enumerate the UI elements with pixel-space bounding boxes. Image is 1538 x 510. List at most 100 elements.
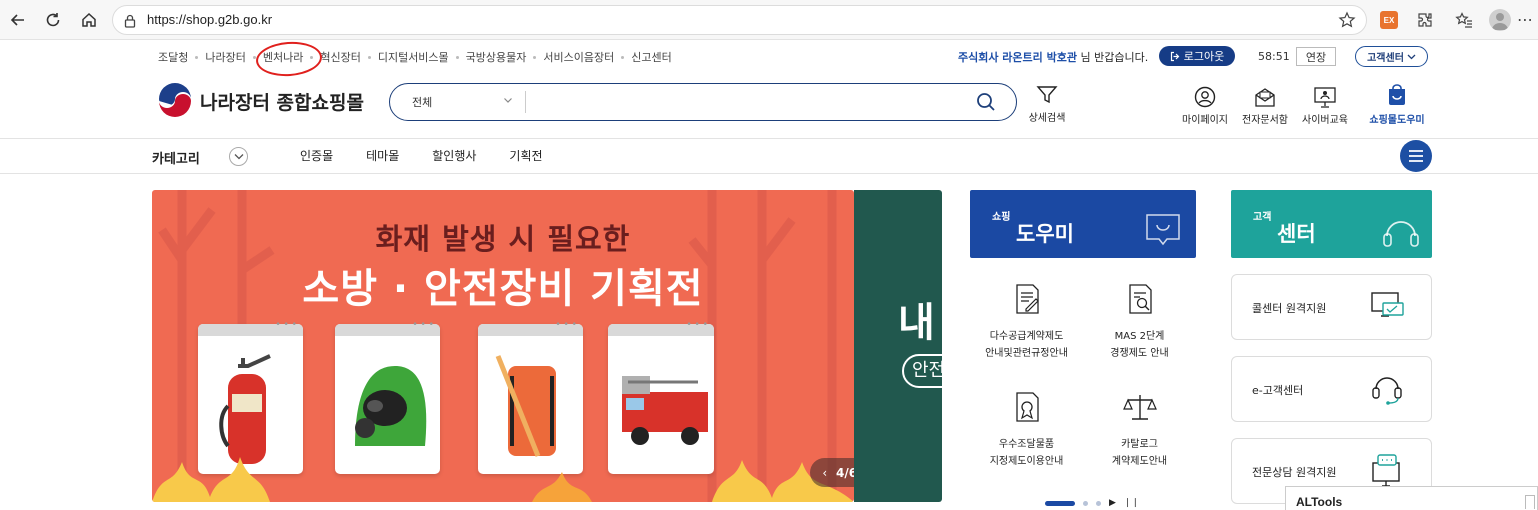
reload-icon[interactable] — [41, 8, 65, 32]
search-input[interactable] — [535, 90, 955, 114]
search-bar: 전체 — [389, 83, 1017, 121]
logo-text: 나라장터 종합쇼핑몰 — [200, 91, 364, 114]
extension-badge[interactable]: EX — [1380, 11, 1398, 29]
greeting-text: 님 반갑습니다. — [1080, 51, 1149, 64]
helper-big-label: 도우미 — [1016, 222, 1074, 246]
back-icon[interactable] — [6, 8, 30, 32]
menu-mypage-label: 마이페이지 — [1182, 115, 1228, 126]
cc-item-label: e-고객센터 — [1252, 384, 1304, 397]
menu-cyber-edu-label: 사이버교육 — [1302, 115, 1348, 126]
tab-exhibition[interactable]: 기획전 — [509, 147, 542, 164]
logout-icon — [1170, 51, 1180, 61]
banner-title: 소방 · 안전장비 기획전 — [302, 266, 704, 312]
cc-big-label: 센터 — [1277, 222, 1316, 246]
pager-dot-active[interactable] — [1045, 500, 1075, 506]
util-link-defense[interactable]: 국방상용물자 — [466, 49, 527, 65]
divider — [0, 173, 1538, 174]
cc-callcenter-remote[interactable]: 콜센터 원격지원 — [1231, 274, 1432, 340]
pager-dot[interactable] — [1083, 500, 1088, 506]
helper-small-label: 쇼핑 — [992, 212, 1011, 223]
logout-button[interactable]: 로그아웃 — [1159, 46, 1235, 66]
helper-item-excellent[interactable]: 우수조달물품 지정제도이용안내 — [970, 390, 1083, 470]
altools-close-icon[interactable] — [1525, 495, 1535, 509]
logout-label: 로그아웃 — [1183, 50, 1225, 63]
menu-shopping-helper-label: 쇼핑몰도우미 — [1369, 115, 1425, 126]
helper-item-line1: MAS 2단계 — [1114, 331, 1165, 342]
util-link-innovation[interactable]: 혁신장터 — [320, 49, 360, 65]
document-pen-icon — [1015, 284, 1039, 314]
helper-item-line1: 우수조달물품 — [998, 439, 1055, 450]
play-icon[interactable]: ▶ — [1109, 498, 1116, 508]
favorites-list-icon[interactable] — [1453, 9, 1475, 31]
favorite-star-icon[interactable] — [1338, 11, 1356, 33]
taegeuk-logo-icon — [158, 83, 192, 118]
profile-avatar[interactable] — [1489, 9, 1511, 31]
pause-icon[interactable]: ❘❘ — [1124, 498, 1139, 508]
customer-center-header[interactable]: 고객 센터 — [1231, 190, 1432, 258]
altools-popup[interactable]: ALTools — [1285, 486, 1538, 510]
menu-cyber-edu[interactable]: 사이버교육 — [1299, 84, 1351, 126]
tab-theme-mall[interactable]: 테마몰 — [366, 147, 399, 164]
shopping-bag-icon — [1389, 84, 1405, 105]
user-icon — [1194, 86, 1216, 108]
helper-pager: ▶ ❘❘ — [1045, 498, 1139, 508]
shopping-helper-header[interactable]: 쇼핑 도우미 — [970, 190, 1196, 258]
company-name: 주식회사 라온트리 박호관 — [958, 51, 1077, 64]
chevron-down-icon — [1407, 54, 1416, 59]
address-bar[interactable]: https://shop.g2b.go.kr — [112, 5, 1367, 35]
home-icon[interactable] — [77, 8, 101, 32]
extensions-puzzle-icon[interactable] — [1414, 9, 1436, 31]
util-link-report[interactable]: 신고센터 — [631, 49, 671, 65]
menu-edocs[interactable]: 전자문서함 — [1239, 84, 1291, 126]
helper-item-line1: 카탈로그 — [1121, 439, 1158, 450]
customer-center-label: 고객센터 — [1367, 53, 1404, 64]
cc-item-label: 전문상담 원격지원 — [1252, 466, 1337, 479]
hamburger-icon — [1409, 150, 1423, 162]
next-banner-peek[interactable]: 내 안전 — [854, 190, 942, 502]
main-banner[interactable]: 화재 발생 시 필요한 소방 · 안전장비 기획전 — [152, 190, 854, 502]
certificate-icon — [1015, 392, 1039, 422]
cc-small-label: 고객 — [1253, 212, 1272, 223]
menu-edocs-label: 전자문서함 — [1242, 115, 1288, 126]
cc-e-customer[interactable]: e-고객센터 — [1231, 356, 1432, 422]
helper-item-line2: 계약제도안내 — [1111, 456, 1168, 467]
util-link-digital[interactable]: 디지털서비스몰 — [378, 49, 449, 65]
divider — [525, 91, 526, 113]
monitor-chat-icon — [1372, 454, 1400, 487]
category-tabs: 인증몰 테마몰 할인행사 기획전 — [300, 147, 543, 164]
search-category-select[interactable]: 전체 — [412, 94, 432, 110]
helper-item-mas2[interactable]: MAS 2단계 경쟁제도 안내 — [1083, 282, 1196, 362]
all-menu-button[interactable] — [1400, 140, 1432, 172]
util-link-g2b[interactable]: 나라장터 — [205, 49, 245, 65]
browser-toolbar: https://shop.g2b.go.kr EX ⋯ — [0, 0, 1538, 40]
divider — [0, 138, 1538, 139]
banner-subtitle: 화재 발생 시 필요한 — [375, 222, 631, 256]
scale-icon — [1122, 395, 1157, 420]
prev-arrow-icon[interactable]: ‹ — [822, 466, 827, 480]
lock-icon[interactable] — [124, 13, 136, 32]
tab-discount[interactable]: 할인행사 — [432, 147, 476, 164]
chevron-down-icon[interactable] — [503, 95, 513, 105]
detail-search-label: 상세검색 — [1028, 113, 1066, 124]
util-link-pps[interactable]: 조달청 — [158, 49, 188, 65]
more-icon[interactable]: ⋯ — [1517, 10, 1533, 29]
menu-shopping-helper[interactable]: 쇼핑몰도우미 — [1366, 84, 1428, 126]
category-toggle[interactable] — [229, 147, 248, 166]
tab-certified-mall[interactable]: 인증몰 — [300, 147, 333, 164]
next-banner-title: 내 — [898, 300, 935, 346]
category-label[interactable]: 카테고리 — [152, 148, 200, 167]
url-text[interactable]: https://shop.g2b.go.kr — [147, 12, 272, 27]
helper-item-line2: 지정제도이용안내 — [989, 456, 1064, 467]
helper-item-catalog[interactable]: 카탈로그 계약제도안내 — [1083, 390, 1196, 470]
search-icon[interactable] — [976, 92, 996, 112]
util-link-service[interactable]: 서비스이음장터 — [543, 49, 614, 65]
site-logo[interactable]: 나라장터 종합쇼핑몰 — [156, 82, 364, 120]
helper-item-mas[interactable]: 다수공급계약제도 안내및관련규정안내 — [970, 282, 1083, 362]
menu-mypage[interactable]: 마이페이지 — [1180, 84, 1230, 126]
pager-dot[interactable] — [1096, 500, 1101, 506]
helper-item-line1: 다수공급계약제도 — [989, 331, 1064, 342]
detail-search-button[interactable]: 상세검색 — [1028, 84, 1066, 124]
customer-center-button[interactable]: 고객센터 — [1355, 46, 1428, 67]
user-greeting: 주식회사 라온트리 박호관 님 반갑습니다. — [958, 49, 1148, 65]
extend-button[interactable]: 연장 — [1296, 47, 1336, 66]
